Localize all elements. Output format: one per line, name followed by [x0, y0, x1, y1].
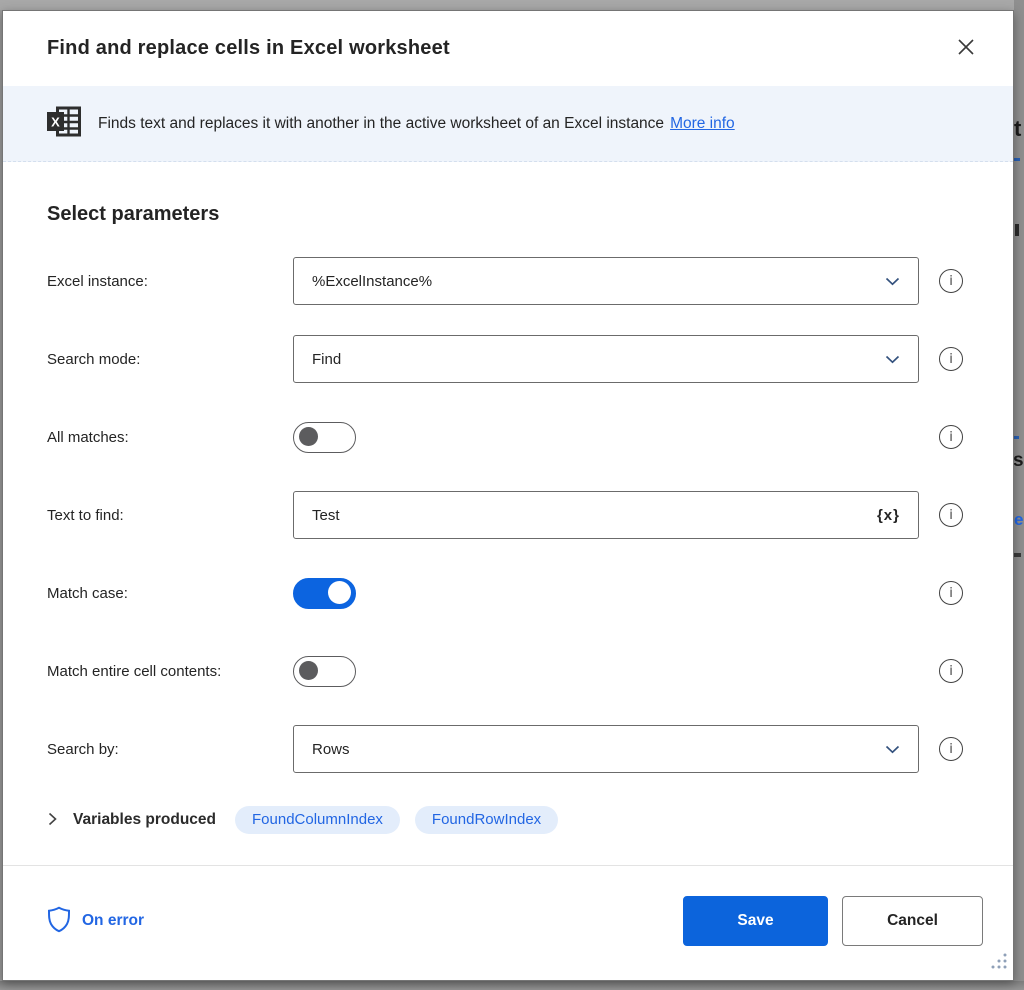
search-mode-combobox[interactable]: Find: [293, 335, 919, 383]
parameter-row-all-matches: All matches: i: [47, 413, 983, 461]
variables-expander-button[interactable]: [47, 812, 58, 829]
input-value: Test: [312, 506, 340, 524]
parameter-row-match-entire-cell: Match entire cell contents: i: [47, 647, 983, 695]
excel-icon: X: [47, 106, 81, 142]
parameter-row-search-mode: Search mode: Find i: [47, 335, 983, 383]
dialog-title: Find and replace cells in Excel workshee…: [47, 37, 450, 59]
background-page-bottom: [0, 981, 1024, 990]
background-page-top: [0, 0, 1024, 10]
shield-icon: [47, 906, 71, 936]
close-icon: [956, 37, 976, 60]
info-icon[interactable]: i: [939, 659, 963, 683]
dialog-body: Select parameters Excel instance: %Excel…: [3, 162, 1013, 871]
variables-produced-label: Variables produced: [73, 811, 216, 828]
combobox-value: Find: [312, 350, 342, 368]
field-label: Search by:: [47, 740, 119, 758]
info-icon[interactable]: i: [939, 347, 963, 371]
on-error-label: On error: [82, 911, 145, 929]
info-icon[interactable]: i: [939, 737, 963, 761]
variable-picker-icon[interactable]: {x}: [877, 507, 900, 524]
dialog-header: Find and replace cells in Excel workshee…: [3, 11, 1013, 86]
footer-divider: [3, 865, 1013, 866]
field-label: Match entire cell contents:: [47, 662, 222, 680]
info-icon[interactable]: i: [939, 581, 963, 605]
search-by-combobox[interactable]: Rows: [293, 725, 919, 773]
cancel-button[interactable]: Cancel: [842, 895, 983, 946]
dialog-footer: On error Save Cancel: [3, 871, 1013, 980]
svg-text:X: X: [51, 114, 60, 129]
field-label: Search mode:: [47, 350, 141, 368]
parameter-row-excel-instance: Excel instance: %ExcelInstance% i: [47, 257, 983, 305]
parameter-row-text-to-find: Text to find: Test {x} i: [47, 491, 983, 539]
parameter-row-search-by: Search by: Rows i: [47, 725, 983, 773]
variable-chip-found-column-index[interactable]: FoundColumnIndex: [235, 806, 400, 834]
all-matches-toggle[interactable]: [293, 421, 356, 453]
background-page-right: [1014, 0, 1024, 990]
info-icon[interactable]: i: [939, 269, 963, 293]
field-label: Text to find:: [47, 506, 124, 524]
info-icon[interactable]: i: [939, 425, 963, 449]
background-page-fragment: [1015, 224, 1019, 236]
match-case-toggle[interactable]: [293, 577, 356, 609]
variable-chip-found-row-index[interactable]: FoundRowIndex: [414, 806, 559, 834]
resize-gripper[interactable]: [989, 951, 1008, 975]
close-button[interactable]: [949, 32, 983, 66]
parameter-row-match-case: Match case: i: [47, 569, 983, 617]
background-page-fragment: [1013, 158, 1020, 161]
combobox-value: %ExcelInstance%: [312, 272, 433, 290]
description-banner: X Finds text and replaces it with anothe…: [3, 86, 1013, 162]
variables-produced-row: Variables produced FoundColumnIndex Foun…: [47, 806, 983, 834]
action-description: Finds text and replaces it with another …: [98, 114, 735, 132]
background-page-fragment: e: [1014, 510, 1024, 529]
section-title: Select parameters: [47, 203, 220, 225]
chevron-down-icon: [885, 351, 900, 368]
excel-instance-combobox[interactable]: %ExcelInstance%: [293, 257, 919, 305]
toggle-knob: [299, 427, 318, 446]
background-page-fragment: [1014, 553, 1021, 557]
combobox-value: Rows: [312, 740, 350, 758]
chevron-down-icon: [885, 741, 900, 758]
match-entire-cell-toggle[interactable]: [293, 655, 356, 687]
info-icon[interactable]: i: [939, 503, 963, 527]
save-button[interactable]: Save: [683, 895, 828, 946]
more-info-link[interactable]: More info: [670, 115, 735, 132]
field-label: Excel instance:: [47, 272, 148, 290]
toggle-knob: [299, 661, 318, 680]
text-to-find-input[interactable]: Test {x}: [293, 491, 919, 539]
action-dialog: Find and replace cells in Excel workshee…: [2, 10, 1014, 981]
chevron-right-icon: [47, 812, 58, 829]
toggle-knob: [328, 581, 351, 604]
background-page-fragment: s: [1013, 450, 1024, 471]
on-error-button[interactable]: On error: [47, 906, 144, 936]
field-label: Match case:: [47, 584, 128, 602]
footer-buttons: Save Cancel: [683, 895, 983, 946]
background-page-fragment: t: [1014, 116, 1022, 141]
field-label: All matches:: [47, 428, 129, 446]
chevron-down-icon: [885, 273, 900, 290]
